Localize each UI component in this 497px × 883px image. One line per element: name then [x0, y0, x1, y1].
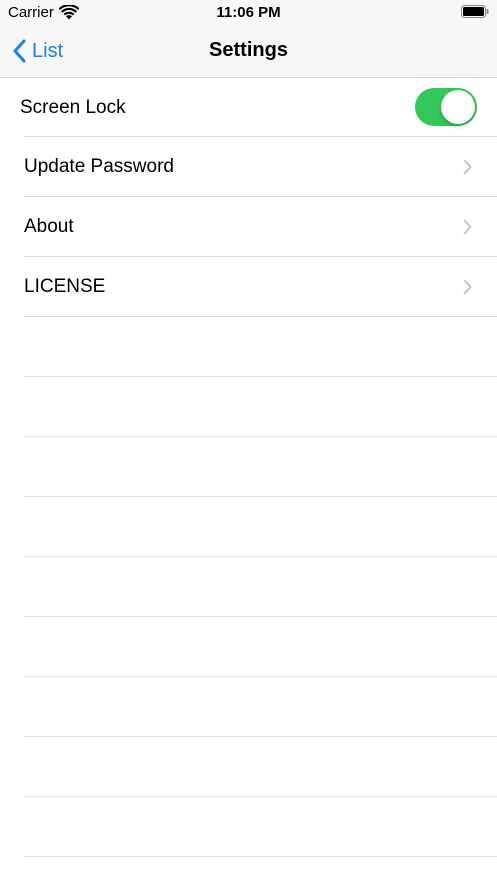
empty-row: [24, 377, 497, 437]
page-title: Settings: [209, 39, 288, 61]
chevron-right-icon: [463, 279, 472, 295]
license-row[interactable]: LICENSE: [24, 257, 497, 317]
about-label: About: [24, 216, 74, 237]
update-password-label: Update Password: [24, 156, 174, 177]
screen-lock-label: Screen Lock: [20, 97, 126, 118]
empty-row: [24, 497, 497, 557]
status-time: 11:06 PM: [216, 4, 281, 21]
empty-row: [24, 557, 497, 617]
empty-row: [24, 317, 497, 377]
screen-lock-row: Screen Lock: [0, 78, 497, 137]
empty-row: [24, 737, 497, 797]
empty-row: [24, 437, 497, 497]
toggle-knob: [441, 90, 475, 124]
license-label: LICENSE: [24, 276, 106, 297]
empty-row: [24, 617, 497, 677]
screen-lock-toggle[interactable]: [415, 88, 477, 126]
navigation-bar: List Settings: [0, 26, 497, 78]
empty-row: [24, 677, 497, 737]
empty-row: [24, 797, 497, 857]
settings-table: Screen Lock Update Password About LICENS…: [0, 78, 497, 857]
update-password-row[interactable]: Update Password: [24, 137, 497, 197]
settings-screen: Carrier 11:06 PM List Settings Screen Lo…: [0, 0, 497, 883]
battery-icon: [461, 5, 489, 18]
about-row[interactable]: About: [24, 197, 497, 257]
chevron-right-icon: [463, 219, 472, 235]
chevron-right-icon: [463, 159, 472, 175]
status-bar: Carrier 11:06 PM: [0, 0, 497, 26]
